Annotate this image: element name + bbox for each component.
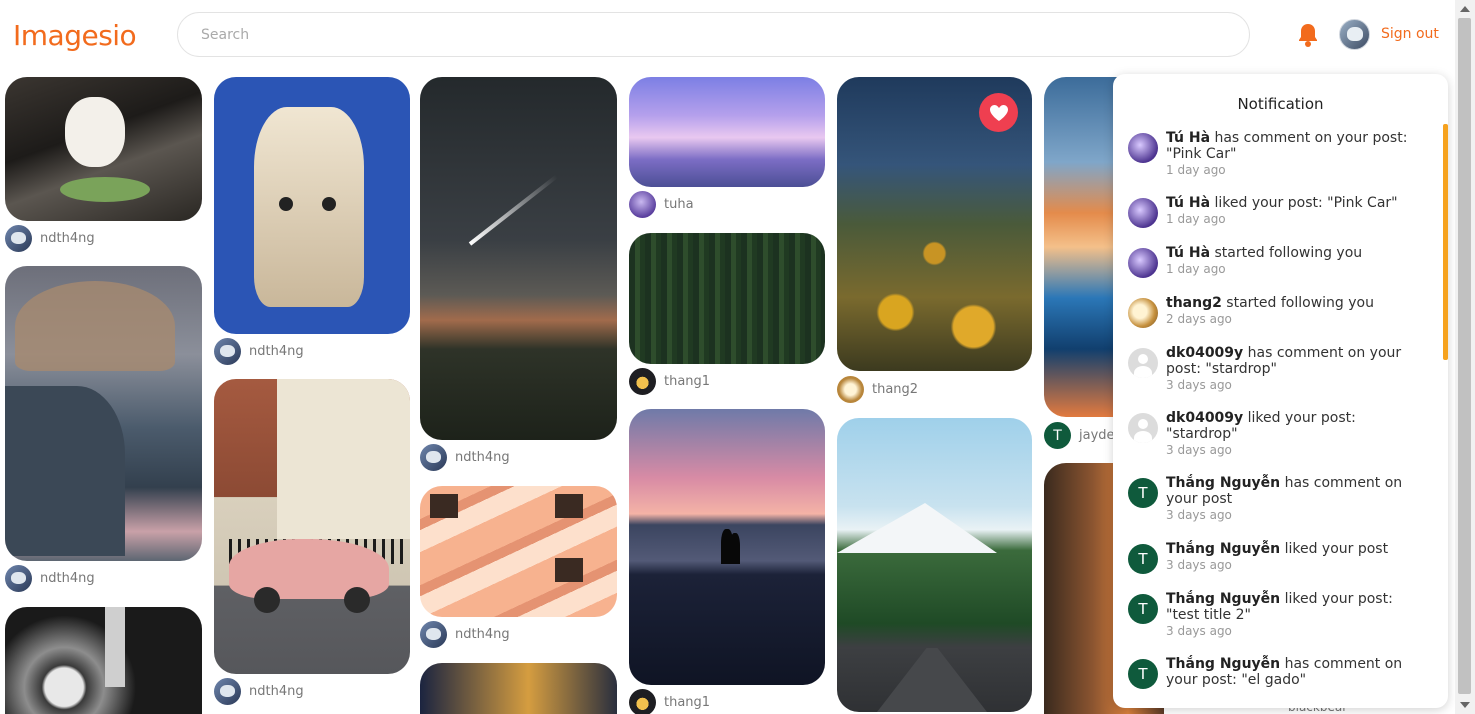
post-author[interactable]: ndth4ng: [5, 565, 95, 592]
page-scrollbar[interactable]: [1455, 0, 1475, 714]
post-image-peach-building[interactable]: [420, 486, 617, 617]
notification-title: Notification: [1237, 95, 1324, 113]
post-image-purple-sky-town[interactable]: [629, 77, 825, 187]
post-image-mountain-road[interactable]: [837, 418, 1032, 712]
notification-item[interactable]: T Thắng Nguyễn liked your post: "test ti…: [1128, 591, 1418, 638]
search-bar[interactable]: [177, 12, 1250, 57]
notification-avatar: [1128, 133, 1158, 163]
author-avatar[interactable]: [420, 444, 447, 471]
post-author[interactable]: ndth4ng: [420, 621, 510, 648]
search-input[interactable]: [178, 13, 1249, 56]
post-image-beach-couple[interactable]: [629, 409, 825, 685]
notification-item[interactable]: thang2 started following you 2 days ago: [1128, 295, 1418, 328]
notification-avatar: T: [1128, 544, 1158, 574]
post-author[interactable]: thang1: [629, 368, 710, 395]
notification-avatar: T: [1128, 478, 1158, 508]
page: Imagesio Sign out ndth4ng ndth4ng ndth4n…: [0, 0, 1475, 714]
author-avatar[interactable]: [214, 678, 241, 705]
post-author[interactable]: ndth4ng: [214, 678, 304, 705]
notification-avatar: [1128, 248, 1158, 278]
post-author[interactable]: ndth4ng: [420, 444, 510, 471]
author-avatar[interactable]: [629, 689, 656, 714]
author-avatar[interactable]: [420, 621, 447, 648]
post-author[interactable]: thang1: [629, 689, 710, 714]
app-logo[interactable]: Imagesio: [13, 19, 137, 52]
post-author[interactable]: ndth4ng: [214, 338, 304, 365]
post-image-winged-figure[interactable]: [5, 266, 202, 561]
notification-avatar: [1128, 298, 1158, 328]
author-avatar[interactable]: T: [1044, 422, 1071, 449]
post-author[interactable]: Tjayde: [1044, 422, 1115, 449]
notification-avatar: [1128, 413, 1158, 443]
notification-scrollbar[interactable]: [1443, 124, 1448, 360]
scroll-down-icon[interactable]: [1460, 702, 1470, 708]
notification-item[interactable]: Tú Hà started following you 1 day ago: [1128, 245, 1418, 278]
notification-avatar: T: [1128, 594, 1158, 624]
post-author[interactable]: thang2: [837, 376, 918, 403]
post-image-cat-table[interactable]: [5, 77, 202, 221]
author-avatar[interactable]: [629, 368, 656, 395]
notification-item[interactable]: T Thắng Nguyễn liked your post 3 days ago: [1128, 541, 1418, 574]
notification-item[interactable]: T Thắng Nguyễn has comment on your post 3…: [1128, 475, 1418, 522]
sign-out-button[interactable]: Sign out: [1381, 26, 1439, 42]
post-image-pink-car[interactable]: [214, 379, 410, 674]
heart-icon: [989, 104, 1008, 121]
favorite-button[interactable]: [979, 93, 1018, 132]
notification-item[interactable]: dk04009y liked your post: "stardrop" 3 da…: [1128, 410, 1418, 457]
author-avatar[interactable]: [837, 376, 864, 403]
scroll-up-icon[interactable]: [1460, 6, 1470, 12]
post-image-sunset-trees[interactable]: [420, 663, 617, 714]
notification-item[interactable]: dk04009y has comment on your post: "star…: [1128, 345, 1418, 392]
author-avatar[interactable]: [214, 338, 241, 365]
bell-icon[interactable]: [1296, 22, 1320, 48]
author-avatar[interactable]: [629, 191, 656, 218]
post-image-comet-night[interactable]: [420, 77, 617, 440]
user-avatar[interactable]: [1339, 19, 1370, 50]
notification-avatar: T: [1128, 659, 1158, 689]
notification-avatar: [1128, 198, 1158, 228]
post-author[interactable]: tuha: [629, 191, 694, 218]
post-image-forest-aerial[interactable]: [629, 233, 825, 364]
post-image-paper-cat[interactable]: [214, 77, 410, 334]
notification-panel: Notification Tú Hà has comment on your p…: [1113, 74, 1448, 708]
notification-avatar: [1128, 348, 1158, 378]
author-avatar[interactable]: [5, 225, 32, 252]
notification-item[interactable]: Tú Hà liked your post: "Pink Car" 1 day a…: [1128, 195, 1418, 228]
notification-item[interactable]: T Thắng Nguyễn has comment on your post:…: [1128, 656, 1418, 689]
author-avatar[interactable]: [5, 565, 32, 592]
notification-item[interactable]: Tú Hà has comment on your post: "Pink Ca…: [1128, 130, 1418, 177]
post-image-sink[interactable]: [5, 607, 202, 714]
post-author[interactable]: ndth4ng: [5, 225, 95, 252]
scrollbar-thumb[interactable]: [1458, 18, 1471, 694]
